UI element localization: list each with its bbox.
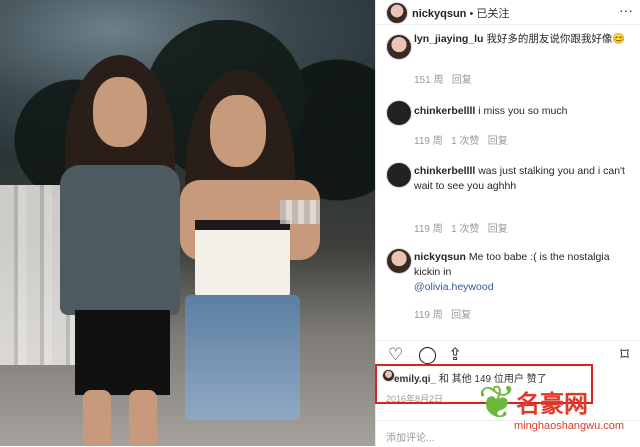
comment-time: 119 周 bbox=[414, 136, 443, 147]
share-icon[interactable]: ⇪ bbox=[448, 345, 462, 365]
comment-mention[interactable]: @olivia.heywood bbox=[414, 281, 494, 293]
comment-time: 119 周 bbox=[414, 224, 443, 235]
bookmark-icon[interactable]: ⌑ bbox=[620, 345, 629, 365]
post-author[interactable]: nickyqsun • 已关注 bbox=[412, 5, 509, 21]
reply-button[interactable]: 回复 bbox=[452, 75, 472, 86]
comment-username[interactable]: lyn_jiaying_lu bbox=[414, 33, 483, 45]
comment-time: 119 周 bbox=[414, 310, 443, 321]
comment-username[interactable]: chinkerbellll bbox=[414, 105, 475, 117]
comment-meta: 119 周 1 次赞 回复 bbox=[414, 132, 508, 147]
comment-text: lyn_jiaying_lu 我好多的朋友说你跟我好像😊 bbox=[414, 32, 632, 47]
person-right bbox=[165, 70, 325, 446]
comment-item: chinkerbellll i miss you so much 119 周 1… bbox=[376, 96, 640, 152]
more-icon[interactable]: ··· bbox=[619, 2, 633, 18]
reply-button[interactable]: 回复 bbox=[488, 224, 508, 235]
comment-item: lyn_jiaying_lu 我好多的朋友说你跟我好像😊 151 周 回复 bbox=[376, 28, 640, 88]
avatar[interactable] bbox=[386, 100, 412, 126]
comment-body: i miss you so much bbox=[478, 105, 568, 117]
avatar[interactable] bbox=[386, 2, 408, 24]
watermark-title: 名豪网 bbox=[516, 390, 588, 418]
comment-username[interactable]: nickyqsun bbox=[414, 251, 466, 263]
heart-icon[interactable]: ♡ bbox=[388, 345, 403, 365]
avatar[interactable] bbox=[386, 162, 412, 188]
comment-likes[interactable]: 1 次赞 bbox=[451, 224, 479, 235]
comment-icon[interactable]: ◯ bbox=[418, 345, 437, 365]
comment-username[interactable]: chinkerbellll bbox=[414, 165, 475, 177]
reply-button[interactable]: 回复 bbox=[451, 310, 471, 321]
leaf-logo-icon: ❦ bbox=[478, 376, 517, 428]
comment-body: 我好多的朋友说你跟我好像😊 bbox=[486, 33, 626, 45]
comment-likes[interactable]: 1 次赞 bbox=[451, 136, 479, 147]
avatar[interactable] bbox=[386, 34, 412, 60]
comment-text: chinkerbellll i miss you so much bbox=[414, 104, 632, 119]
comment-meta: 151 周 回复 bbox=[414, 71, 472, 86]
comment-item: nickyqsun Me too babe :( is the nostalgi… bbox=[376, 244, 640, 324]
add-comment-input[interactable]: 添加评论... bbox=[386, 429, 434, 444]
comment-text: chinkerbellll was just stalking you and … bbox=[414, 164, 632, 194]
comment-item: chinkerbellll was just stalking you and … bbox=[376, 158, 640, 238]
reply-button[interactable]: 回复 bbox=[488, 136, 508, 147]
avatar[interactable] bbox=[386, 248, 412, 274]
comment-text: nickyqsun Me too babe :( is the nostalgi… bbox=[414, 250, 632, 295]
watermark-url: minghaoshangwu.com bbox=[514, 420, 625, 432]
mosaic-blur bbox=[280, 200, 320, 224]
comment-meta: 119 周 1 次赞 回复 bbox=[414, 220, 508, 235]
follow-status[interactable]: • 已关注 bbox=[469, 8, 509, 20]
author-username[interactable]: nickyqsun bbox=[412, 8, 466, 20]
watermark: ❦ 名豪网 minghaoshangwu.com bbox=[478, 378, 638, 444]
comment-meta: 119 周 回复 bbox=[414, 306, 471, 321]
comment-time: 151 周 bbox=[414, 75, 444, 86]
post-header: nickyqsun • 已关注 ··· bbox=[376, 0, 640, 25]
post-photo bbox=[0, 0, 375, 446]
